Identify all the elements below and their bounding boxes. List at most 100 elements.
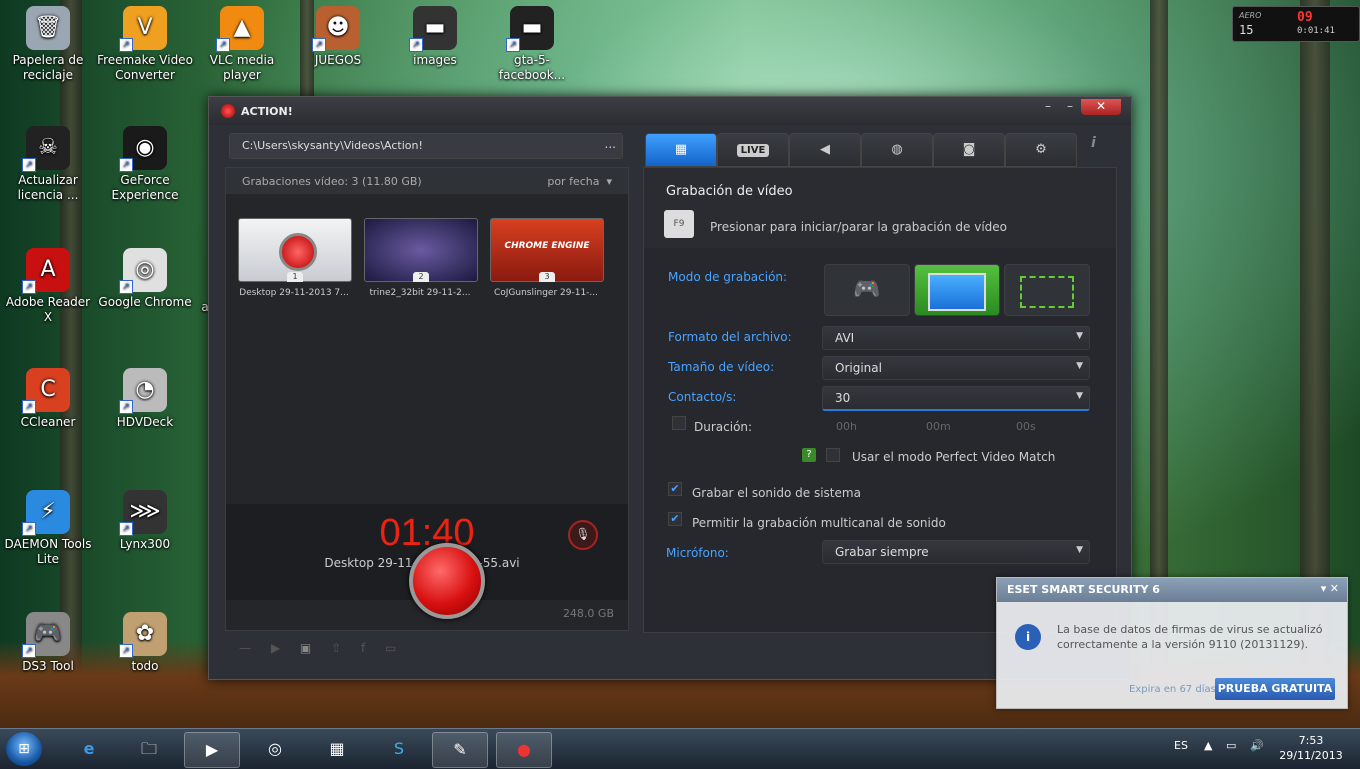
desktop-icon[interactable]: 🗑 Papelera de reciclaje xyxy=(0,6,96,83)
desktop-icon-image: ▬ ↗ xyxy=(506,6,554,52)
start-button[interactable]: ⊞ xyxy=(6,732,42,766)
mode-game-button[interactable]: 🎮 xyxy=(824,264,910,316)
duration-hours[interactable]: 00h xyxy=(836,420,857,433)
folder-icon[interactable]: ▣ xyxy=(300,641,311,655)
format-label: Formato del archivo: xyxy=(668,330,792,344)
recording-thumbnail-1[interactable]: 1 xyxy=(238,218,352,282)
desktop-icon[interactable]: C ↗ CCleaner xyxy=(0,368,96,430)
output-path-field[interactable]: C:\Users\skysanty\Videos\Action! ... xyxy=(229,133,623,159)
desktop-icon[interactable]: ▲ ↗ VLC media player xyxy=(194,6,290,83)
close-icon[interactable]: ▾ ✕ xyxy=(1321,582,1339,595)
youtube-icon[interactable]: ▭ xyxy=(385,641,396,655)
thumb-caption: trine2_32bit 29-11-2... xyxy=(369,288,471,298)
record-button[interactable] xyxy=(409,543,485,619)
thumb-text: CHROME ENGINE xyxy=(504,241,590,251)
desktop-icon[interactable]: ⚡ ↗ DAEMON Tools Lite xyxy=(0,490,96,567)
mode-region-button[interactable] xyxy=(1004,264,1090,316)
close-button[interactable]: ✕ xyxy=(1081,99,1121,115)
system-sound-label: Grabar el sonido de sistema xyxy=(692,486,861,500)
desktop-icon[interactable]: A ↗ Adobe Reader X xyxy=(0,248,96,325)
hotkey-button[interactable]: F9 xyxy=(664,210,694,238)
tab-audio[interactable]: ◀ xyxy=(789,133,861,167)
chrome-taskbar-icon[interactable]: ◎ xyxy=(248,732,302,766)
thumb-number: 2 xyxy=(413,272,429,282)
desktop-icon-label: Adobe Reader X xyxy=(5,295,91,324)
show-hidden-icons[interactable]: ▲ xyxy=(1204,739,1212,752)
free-trial-button[interactable]: PRUEBA GRATUITA xyxy=(1215,678,1335,700)
mode-desktop-button[interactable] xyxy=(914,264,1000,316)
tab-benchmark[interactable]: ◍ xyxy=(861,133,933,167)
facebook-icon[interactable]: f xyxy=(361,641,365,655)
desktop-icon[interactable]: V ↗ Freemake Video Converter xyxy=(97,6,193,83)
desktop-icon[interactable]: ☠ ↗ Actualizar licencia ... xyxy=(0,126,96,203)
sort-dropdown[interactable]: por fecha ▾ xyxy=(547,175,612,188)
desktop-icon-image: V ↗ xyxy=(119,6,167,52)
gadget-red-counter: 09 xyxy=(1297,10,1313,25)
size-select[interactable]: Original ▼ xyxy=(822,356,1090,380)
clock[interactable]: 7:53 29/11/2013 xyxy=(1276,733,1346,763)
tab-screenshot[interactable]: ◙ xyxy=(933,133,1005,167)
title-bar[interactable]: ACTION! – – ✕ xyxy=(209,97,1131,125)
action-taskbar-icon[interactable]: ● xyxy=(496,732,552,768)
multichannel-label: Permitir la grabación multicanal de soni… xyxy=(692,516,946,530)
perfect-match-checkbox[interactable] xyxy=(826,448,840,462)
desktop-icon-label: images xyxy=(413,53,457,67)
tab-live[interactable]: LIVE xyxy=(717,133,789,167)
apps-grid-icon[interactable]: ▦ xyxy=(310,732,364,766)
shortcut-arrow-icon: ↗ xyxy=(119,38,133,52)
skype-icon[interactable]: S xyxy=(372,732,426,766)
desktop-icon[interactable]: ◎ ↗ Google Chrome xyxy=(97,248,193,310)
recording-thumbnail-2[interactable]: 2 xyxy=(364,218,478,282)
region-icon xyxy=(1020,276,1074,308)
multichannel-checkbox[interactable]: ✔ xyxy=(668,512,682,526)
desktop-icon[interactable]: ✿ ↗ todo xyxy=(97,612,193,674)
microphone-select[interactable]: Grabar siempre ▼ xyxy=(822,540,1090,564)
desktop-icon[interactable]: ◔ ↗ HDVDeck xyxy=(97,368,193,430)
desktop-icon[interactable]: ▬ ↗ images xyxy=(387,6,483,68)
desktop-icon[interactable]: 🎮 ↗ DS3 Tool xyxy=(0,612,96,674)
desktop-icon[interactable]: ⋙ ↗ Lynx300 xyxy=(97,490,193,552)
gadget-num: 15 xyxy=(1239,23,1254,37)
recordings-count: Grabaciones vídeo: 3 (11.80 GB) xyxy=(242,175,422,188)
desktop-icon-image: 🎮 ↗ xyxy=(22,612,70,658)
play-icon[interactable]: ▶ xyxy=(271,641,280,655)
chevron-down-icon: ▼ xyxy=(1076,331,1083,341)
delete-icon[interactable]: — xyxy=(239,641,251,655)
duration-checkbox[interactable] xyxy=(672,416,686,430)
duration-minutes[interactable]: 00m xyxy=(926,420,951,433)
info-button[interactable]: i xyxy=(1091,135,1096,151)
desktop-icon-image: ⋙ ↗ xyxy=(119,490,167,536)
recording-thumbnail-3[interactable]: CHROME ENGINE 3 xyxy=(490,218,604,282)
fps-select[interactable]: 30 ▼ xyxy=(822,386,1090,411)
volume-icon[interactable]: 🔊 xyxy=(1250,739,1264,752)
maximize-button[interactable]: – xyxy=(1059,99,1081,115)
microphone-icon[interactable]: 🎙 xyxy=(568,520,598,550)
shortcut-arrow-icon: ↗ xyxy=(312,38,326,52)
system-sound-checkbox[interactable]: ✔ xyxy=(668,482,682,496)
format-select[interactable]: AVI ▼ xyxy=(822,326,1090,350)
minimize-button[interactable]: – xyxy=(1037,99,1059,115)
desktop-icon-label: DAEMON Tools Lite xyxy=(4,537,92,566)
network-icon[interactable]: ▭ xyxy=(1226,739,1236,752)
shortcut-arrow-icon: ↗ xyxy=(119,158,133,172)
desktop-icon-image: ◉ ↗ xyxy=(119,126,167,172)
browse-button[interactable]: ... xyxy=(605,137,616,151)
monitor-icon xyxy=(928,273,986,311)
desktop-icon[interactable]: ☻ ↗ JUEGOS xyxy=(290,6,386,68)
upload-icon[interactable]: ⇧ xyxy=(331,641,341,655)
paint-icon[interactable]: ✎ xyxy=(432,732,488,768)
duration-seconds[interactable]: 00s xyxy=(1016,420,1036,433)
file-explorer-icon[interactable]: 🗀 xyxy=(122,732,176,766)
desktop-icon-label: Actualizar licencia ... xyxy=(17,173,79,202)
desktop-icon-label: Google Chrome xyxy=(98,295,192,309)
tab-video[interactable]: ▦ xyxy=(645,133,717,167)
desktop-icon[interactable]: ◉ ↗ GeForce Experience xyxy=(97,126,193,203)
shortcut-arrow-icon: ↗ xyxy=(409,38,423,52)
playback-controls: — ▶ ▣ ⇧ f ▭ xyxy=(239,641,412,655)
desktop-icon[interactable]: ▬ ↗ gta-5-facebook... xyxy=(484,6,580,83)
tab-settings[interactable]: ⚙ xyxy=(1005,133,1077,167)
freemake-taskbar-icon[interactable]: ▶ xyxy=(184,732,240,768)
help-icon[interactable]: ? xyxy=(802,448,816,462)
language-indicator[interactable]: ES xyxy=(1174,739,1188,752)
internet-explorer-icon[interactable]: e xyxy=(62,732,116,766)
